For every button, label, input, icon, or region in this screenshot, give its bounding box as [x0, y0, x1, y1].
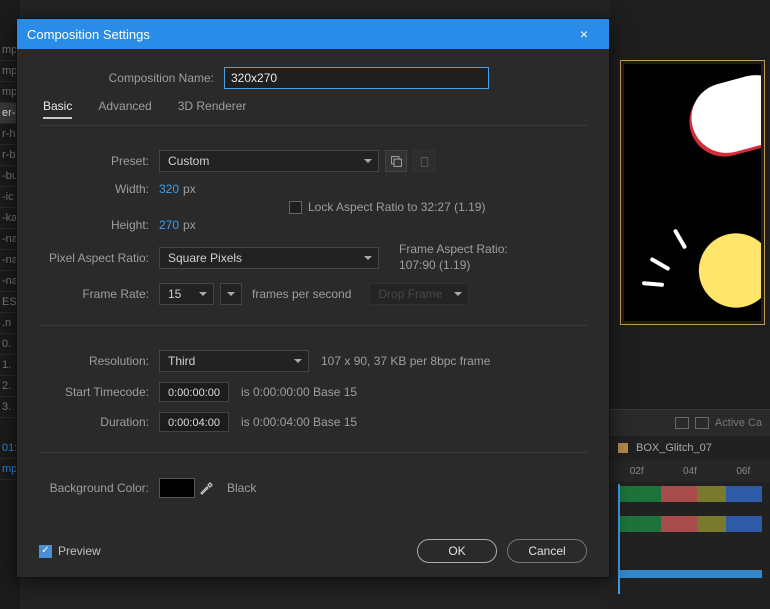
cancel-button[interactable]: Cancel — [507, 539, 587, 563]
start-timecode-info: is 0:00:00:00 Base 15 — [241, 385, 357, 399]
drop-frame-select: Drop Frame — [369, 283, 469, 305]
tab-advanced[interactable]: Advanced — [98, 99, 151, 119]
time-ruler[interactable]: 02f 04f 06f — [610, 460, 770, 482]
composition-name-label: Composition Name: — [39, 71, 224, 85]
timeline-track[interactable] — [618, 516, 762, 532]
resolution-label: Resolution: — [39, 354, 159, 368]
viewer-timeline-fragment: Active Ca BOX_Glitch_07 02f 04f 06f — [610, 0, 770, 609]
eyedropper-icon[interactable] — [195, 477, 217, 499]
background-color-swatch[interactable] — [159, 478, 195, 498]
close-icon[interactable]: × — [569, 19, 599, 49]
tabs: Basic Advanced 3D Renderer — [43, 99, 587, 119]
lock-aspect-label: Lock Aspect Ratio to 32:27 (1.19) — [308, 200, 485, 214]
preset-label: Preset: — [39, 154, 159, 168]
active-camera-label: Active Ca — [715, 417, 762, 429]
toolbar-icon[interactable] — [695, 417, 709, 429]
dialog-title: Composition Settings — [27, 27, 150, 42]
ok-button[interactable]: OK — [417, 539, 497, 563]
start-timecode-label: Start Timecode: — [39, 385, 159, 399]
toolbar-icon[interactable] — [675, 417, 689, 429]
delete-preset-icon — [413, 150, 435, 172]
frame-aspect-readout: Frame Aspect Ratio: 107:90 (1.19) — [399, 242, 508, 273]
lock-aspect-checkbox[interactable]: Lock Aspect Ratio to 32:27 (1.19) — [289, 200, 485, 214]
work-area-bar[interactable] — [618, 570, 762, 578]
resolution-info: 107 x 90, 37 KB per 8bpc frame — [321, 354, 490, 368]
layer-name[interactable]: BOX_Glitch_07 — [636, 442, 712, 454]
pixel-aspect-label: Pixel Aspect Ratio: — [39, 251, 159, 265]
start-timecode-input[interactable]: 0:00:00:00 — [159, 382, 229, 402]
frame-rate-label: Frame Rate: — [39, 287, 159, 301]
width-value[interactable]: 320 — [159, 182, 179, 196]
duration-label: Duration: — [39, 415, 159, 429]
composition-preview — [620, 60, 765, 325]
current-time-indicator[interactable] — [618, 484, 620, 594]
composition-settings-dialog: Composition Settings × Composition Name:… — [16, 18, 610, 578]
dialog-titlebar[interactable]: Composition Settings × — [17, 19, 609, 49]
frame-rate-input[interactable]: 15 — [159, 283, 214, 305]
width-label: Width: — [39, 182, 159, 196]
height-value[interactable]: 270 — [159, 218, 179, 232]
layer-color-swatch[interactable] — [618, 443, 628, 453]
background-color-label: Background Color: — [39, 481, 159, 495]
duration-info: is 0:00:04:00 Base 15 — [241, 415, 357, 429]
background-color-name: Black — [227, 481, 256, 495]
tab-3d-renderer[interactable]: 3D Renderer — [178, 99, 247, 119]
pixel-aspect-select[interactable]: Square Pixels — [159, 247, 379, 269]
height-label: Height: — [39, 218, 159, 232]
composition-name-input[interactable] — [224, 67, 489, 89]
save-preset-icon[interactable] — [385, 150, 407, 172]
preset-select[interactable]: Custom — [159, 150, 379, 172]
timeline-fragment: Active Ca BOX_Glitch_07 02f 04f 06f — [610, 409, 770, 609]
timeline-track[interactable] — [618, 486, 762, 502]
preview-checkbox[interactable]: Preview — [39, 544, 101, 558]
tab-basic[interactable]: Basic — [43, 99, 72, 119]
frame-rate-dropdown[interactable] — [220, 283, 242, 305]
duration-input[interactable]: 0:00:04:00 — [159, 412, 229, 432]
resolution-select[interactable]: Third — [159, 350, 309, 372]
